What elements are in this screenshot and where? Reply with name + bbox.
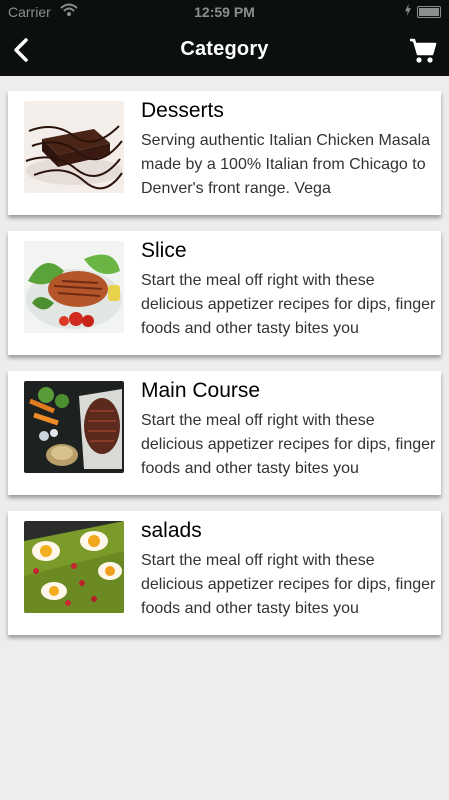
category-title: salads [141,519,202,542]
status-time: 12:59 PM [194,4,255,20]
category-list: Desserts Serving authentic Italian Chick… [8,91,441,651]
page-title: Category [180,38,269,60]
category-title: Slice [141,239,187,262]
category-card-desserts[interactable]: Desserts Serving authentic Italian Chick… [8,91,441,215]
slice-image [24,241,124,333]
category-description: Start the meal off right with these deli… [141,412,436,477]
battery-icon [417,6,441,18]
category-card-main-course[interactable]: Main Course Start the meal off right wit… [8,371,441,495]
category-title: Main Course [141,379,261,402]
desserts-image [24,101,124,193]
status-bar: Carrier 12:59 PM [0,0,449,24]
category-title: Desserts [141,99,224,122]
category-card-slice[interactable]: Slice Start the meal off right with thes… [8,231,441,355]
category-description: Start the meal off right with these deli… [141,552,436,617]
category-description: Serving authentic Italian Chicken Masala… [141,132,431,197]
category-description: Start the meal off right with these deli… [141,272,436,337]
cart-icon[interactable] [409,38,437,64]
nav-bar: Category [0,24,449,76]
category-card-salads[interactable]: salads Start the meal off right with the… [8,511,441,635]
main-course-image [24,381,124,473]
salads-image [24,521,124,613]
